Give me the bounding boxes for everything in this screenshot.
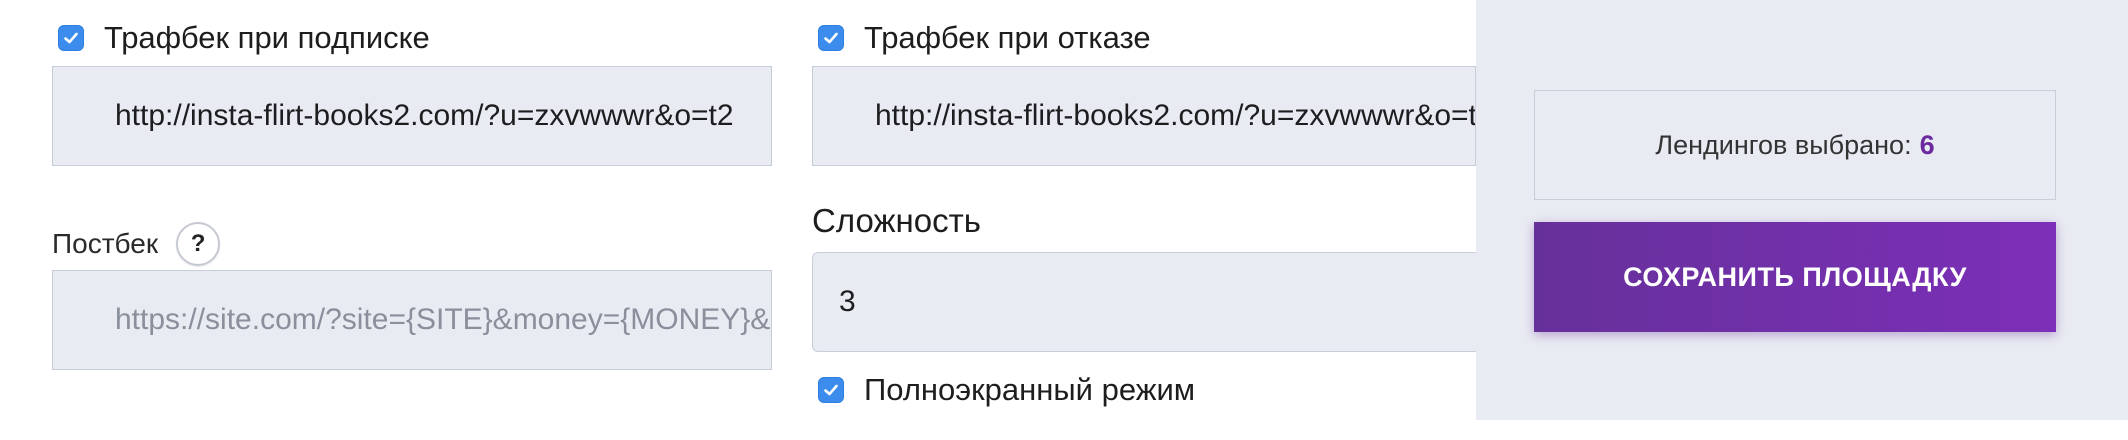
difficulty-value: 3 — [839, 285, 856, 318]
help-glyph: ? — [190, 230, 206, 257]
postback-placeholder: https://site.com/?site={SITE}&money={MON… — [115, 303, 772, 336]
check-icon — [824, 384, 838, 396]
subscribe-trafback-label: Трафбек при подписке — [104, 20, 430, 55]
subscribe-trafback-row[interactable]: Трафбек при подписке — [58, 18, 430, 58]
refuse-trafback-checkbox[interactable] — [818, 25, 844, 51]
subscribe-trafback-value: http://insta-flirt-books2.com/?u=zxvwwwr… — [115, 99, 734, 132]
landings-counter-label: Лендингов выбрано: — [1655, 129, 1912, 160]
panel-bottom-divider — [1476, 420, 2128, 440]
subscribe-trafback-checkbox[interactable] — [58, 25, 84, 51]
check-icon — [64, 32, 78, 44]
question-icon[interactable]: ? — [176, 222, 221, 266]
summary-panel: Лендингов выбрано: 6 СОХРАНИТЬ ПЛОЩАДКУ — [1476, 0, 2128, 440]
postback-label: Постбек — [52, 228, 159, 259]
check-icon — [824, 32, 838, 44]
refuse-trafback-row[interactable]: Трафбек при отказе — [818, 18, 1151, 58]
difficulty-input[interactable]: 3 — [812, 252, 1492, 352]
difficulty-label: Сложность — [812, 202, 981, 239]
postback-input[interactable]: https://site.com/?site={SITE}&money={MON… — [52, 270, 772, 370]
fullscreen-label: Полноэкранный режим — [864, 372, 1196, 407]
subscribe-trafback-input[interactable]: http://insta-flirt-books2.com/?u=zxvwwwr… — [52, 66, 772, 166]
landings-counter: Лендингов выбрано: 6 — [1534, 90, 2056, 200]
save-site-button[interactable]: СОХРАНИТЬ ПЛОЩАДКУ — [1534, 222, 2056, 332]
fullscreen-checkbox[interactable] — [818, 377, 844, 403]
postback-label-row: Постбек ? — [52, 222, 221, 266]
refuse-trafback-value: http://insta-flirt-books2.com/?u=zxvwwwr… — [875, 99, 1476, 132]
site-settings-form: Трафбек при подписке http://insta-flirt-… — [0, 0, 2128, 440]
refuse-trafback-input[interactable]: http://insta-flirt-books2.com/?u=zxvwwwr… — [812, 66, 1476, 166]
fullscreen-row[interactable]: Полноэкранный режим — [818, 370, 1195, 410]
landings-count: 6 — [1919, 129, 1935, 160]
refuse-trafback-label: Трафбек при отказе — [864, 20, 1151, 55]
